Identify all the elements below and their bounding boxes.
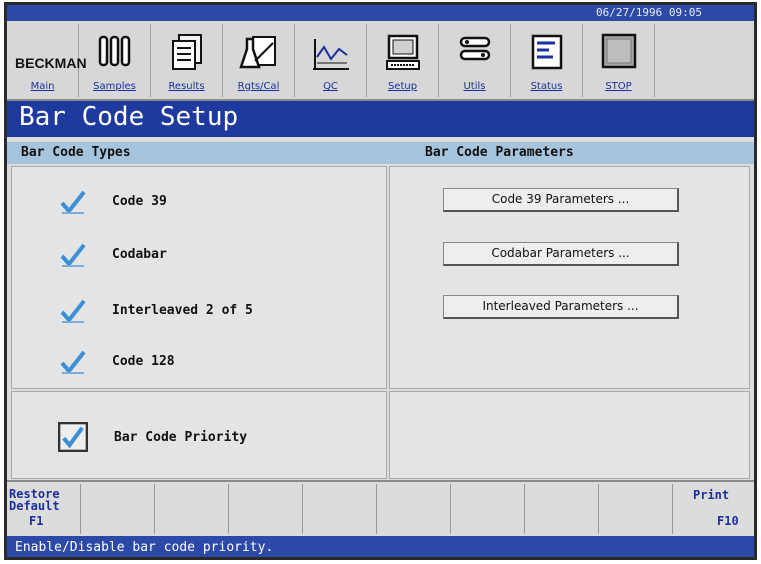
- qc-graph-icon: [313, 39, 349, 70]
- title-bar: 06/27/1996 09:05: [7, 5, 754, 21]
- page-title: Bar Code Setup: [19, 102, 239, 132]
- main-toolbar: BECKMAN Main Samples Results Rgts/Cal QC…: [7, 21, 754, 101]
- toolbar-status-button[interactable]: Status: [511, 24, 583, 97]
- reagent-flask-icon: [239, 36, 276, 69]
- params-section-title: Bar Code Parameters: [425, 145, 574, 160]
- f5-key[interactable]: [303, 484, 377, 534]
- toolbar-main-label: Main: [30, 81, 55, 92]
- priority-panel: Bar Code Priority: [11, 391, 387, 479]
- f8-key[interactable]: [525, 484, 599, 534]
- f6-key[interactable]: [377, 484, 451, 534]
- wrench-icon: [459, 36, 491, 61]
- type-code39-label: Code 39: [112, 194, 167, 209]
- interleaved-parameters-button[interactable]: Interleaved Parameters ...: [443, 295, 679, 319]
- f1-key-label: F1: [29, 514, 44, 528]
- results-stack-icon: [172, 34, 202, 70]
- toolbar-status-label: Status: [530, 81, 563, 92]
- toolbar-qc-label: QC: [323, 81, 338, 92]
- toolbar-setup-button[interactable]: Setup: [367, 24, 439, 97]
- function-key-bar: Restore Default F1 Print F10: [7, 480, 754, 536]
- f1-line2: Default: [9, 499, 60, 513]
- bar-code-priority-label: Bar Code Priority: [114, 430, 248, 445]
- f10-print-key[interactable]: Print F10: [673, 484, 754, 534]
- status-document-icon: [531, 34, 563, 70]
- priority-right-panel: [389, 391, 750, 479]
- checkmark-icon: [60, 350, 86, 375]
- toolbar-rgts-cal-button[interactable]: Rgts/Cal: [223, 24, 295, 97]
- f9-key[interactable]: [599, 484, 673, 534]
- checkbox-checked-icon: [58, 422, 88, 452]
- page-header: Bar Code Setup: [7, 101, 754, 137]
- checkmark-icon: [60, 243, 86, 268]
- bar-code-parameters-panel: Code 39 Parameters ... Codabar Parameter…: [389, 166, 750, 389]
- type-interleaved-label: Interleaved 2 of 5: [112, 303, 253, 318]
- beckman-logo: BECKMAN: [15, 55, 87, 71]
- toolbar-stop-label: STOP: [605, 81, 632, 92]
- toolbar-samples-label: Samples: [93, 81, 136, 92]
- toolbar-stop-button[interactable]: STOP: [583, 24, 655, 97]
- f10-print-label: Print: [693, 488, 730, 502]
- checkmark-icon: [60, 190, 86, 215]
- f4-key[interactable]: [229, 484, 303, 534]
- toolbar-main-button[interactable]: BECKMAN Main: [7, 24, 87, 97]
- f3-key[interactable]: [155, 484, 229, 534]
- code39-parameters-button[interactable]: Code 39 Parameters ...: [443, 188, 679, 212]
- computer-icon: [386, 34, 420, 70]
- status-message: Enable/Disable bar code priority.: [15, 540, 274, 555]
- toolbar-qc-button[interactable]: QC: [295, 24, 367, 97]
- f10-key-label: F10: [717, 514, 739, 528]
- f1-restore-default-key[interactable]: Restore Default F1: [7, 484, 81, 534]
- stop-button-icon: [601, 33, 637, 69]
- test-tubes-icon: [98, 35, 131, 67]
- type-codabar-label: Codabar: [112, 247, 167, 262]
- section-header-bar: Bar Code Types Bar Code Parameters: [7, 142, 754, 164]
- status-bar: Enable/Disable bar code priority.: [7, 536, 754, 557]
- toolbar-rgts-cal-label: Rgts/Cal: [237, 81, 280, 92]
- toolbar-utils-label: Utils: [463, 81, 486, 92]
- bar-code-types-panel: Code 39 Codabar Interleaved 2 of 5 Code …: [11, 166, 387, 389]
- toolbar-results-label: Results: [168, 81, 205, 92]
- app-window: 06/27/1996 09:05 BECKMAN Main Samples Re…: [4, 2, 757, 560]
- types-section-title: Bar Code Types: [21, 145, 131, 160]
- f2-key[interactable]: [81, 484, 155, 534]
- toolbar-setup-label: Setup: [387, 81, 418, 92]
- type-code128-label: Code 128: [112, 354, 175, 369]
- checkmark-icon: [60, 299, 86, 324]
- codabar-parameters-button[interactable]: Codabar Parameters ...: [443, 242, 679, 266]
- toolbar-utils-button[interactable]: Utils: [439, 24, 511, 97]
- toolbar-samples-button[interactable]: Samples: [79, 24, 151, 97]
- f7-key[interactable]: [451, 484, 525, 534]
- datetime: 06/27/1996 09:05: [596, 6, 702, 19]
- toolbar-results-button[interactable]: Results: [151, 24, 223, 97]
